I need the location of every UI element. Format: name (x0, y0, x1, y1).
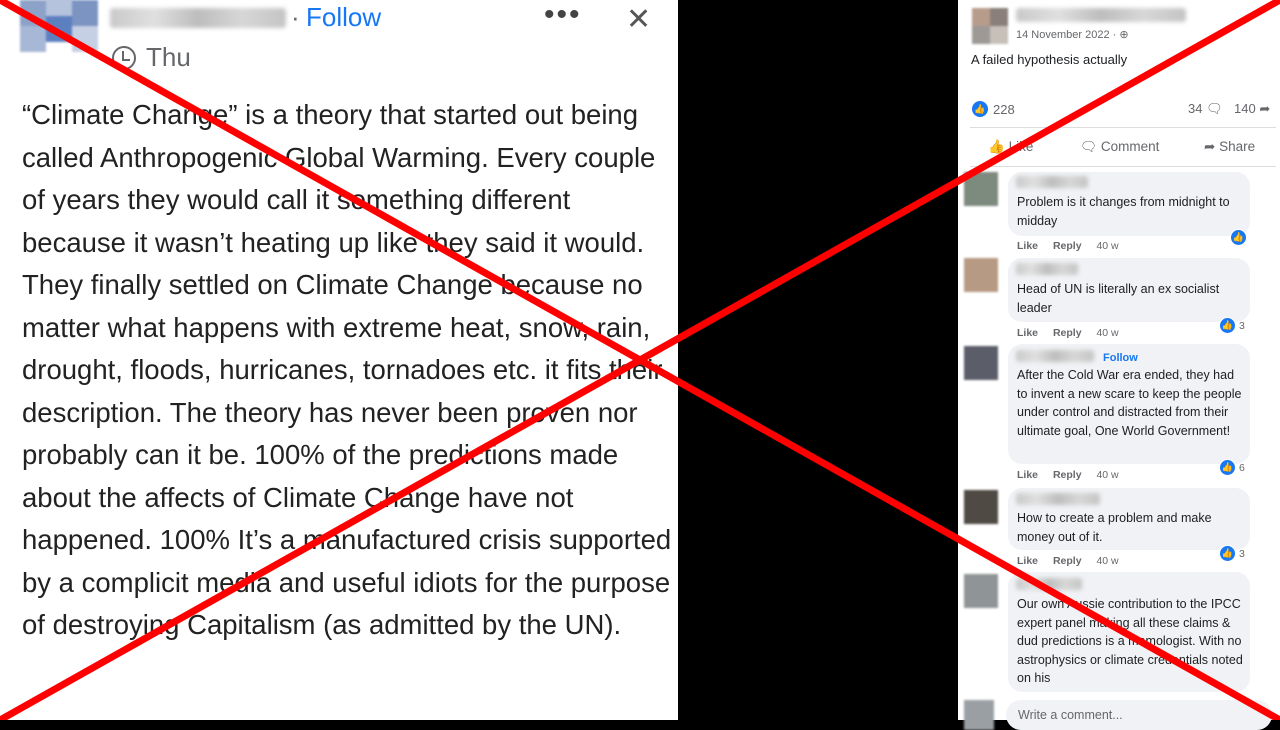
comment-text: Our own Aussie contribution to the IPCC … (1017, 597, 1243, 685)
comment-age: 40 w (1096, 555, 1119, 567)
commenter-follow-button[interactable]: Follow (1103, 352, 1138, 364)
commenter-avatar[interactable] (964, 574, 998, 608)
current-user-avatar (964, 700, 994, 730)
comment-reactions[interactable]: 👍 3 (1219, 317, 1245, 334)
thumbs-up-icon: 👍 (1219, 459, 1236, 476)
likes-count: 228 (993, 101, 1015, 117)
thumbs-up-icon: 👍 (972, 101, 988, 117)
more-options-icon[interactable]: ••• (544, 0, 582, 32)
comment-action-button[interactable]: 🗨 Comment (1080, 139, 1159, 155)
comment-actions: Like Reply 40 w (1017, 469, 1131, 481)
commenter-avatar[interactable] (964, 172, 998, 206)
commenter-avatar[interactable] (964, 346, 998, 380)
commenter-name-blurred (1016, 176, 1088, 188)
comment-bubble-icon: 🗨 (1206, 101, 1223, 116)
comments-count: 34 (1188, 101, 1203, 116)
comment-reply-link[interactable]: Reply (1053, 327, 1082, 339)
share-count[interactable]: 140 ➦ (1234, 101, 1270, 117)
poster-name-blurred (1016, 8, 1186, 22)
thumbs-up-icon: 👍 (1219, 545, 1236, 562)
reaction-count[interactable]: 👍 228 (972, 101, 1015, 117)
comment-text: How to create a problem and make money o… (1017, 511, 1212, 544)
comment-reply-link[interactable]: Reply (1053, 469, 1082, 481)
reaction-count: 6 (1239, 461, 1245, 474)
comment-icon: 🗨 (1080, 139, 1098, 154)
thumbs-up-icon: 👍 (1230, 229, 1247, 246)
divider (970, 166, 1276, 167)
comment-like-link[interactable]: Like (1017, 240, 1038, 252)
author-name-blurred (110, 8, 286, 28)
comment-text: Head of UN is literally an ex socialist … (1017, 282, 1220, 315)
commenter-avatar[interactable] (964, 490, 998, 524)
black-divider (678, 0, 958, 720)
reaction-count: 3 (1239, 319, 1245, 332)
comment-age: 40 w (1096, 327, 1119, 339)
timestamp-text: Thu (146, 42, 191, 72)
left-post-screenshot: · Follow ••• ✕ Thu “Climate Change” is a… (0, 0, 678, 720)
comment-text: After the Cold War era ended, they had t… (1017, 368, 1242, 438)
divider (970, 127, 1276, 128)
comment-reply-link[interactable]: Reply (1053, 555, 1082, 567)
comment-actions: Like Reply 40 w (1017, 327, 1131, 339)
commenter-name-blurred (1016, 578, 1082, 590)
share-action-button[interactable]: ➦ Share (1204, 139, 1255, 155)
author-avatar[interactable] (20, 0, 100, 70)
comment-age: 40 w (1096, 469, 1119, 481)
commenter-name-blurred (1016, 350, 1094, 362)
comment-like-link[interactable]: Like (1017, 469, 1038, 481)
comment-actions: Like Reply 40 w (1017, 555, 1131, 567)
share-icon: ➦ (1204, 139, 1216, 154)
commenter-avatar[interactable] (964, 258, 998, 292)
thumbs-up-outline-icon: 👍 (988, 139, 1005, 154)
separator: · (291, 2, 300, 32)
write-comment-input[interactable]: Write a comment... (1006, 700, 1272, 730)
comment-like-link[interactable]: Like (1017, 327, 1038, 339)
comment-text: Problem is it changes from midnight to m… (1017, 195, 1230, 228)
close-icon[interactable]: ✕ (626, 2, 651, 37)
comment-reply-link[interactable]: Reply (1053, 240, 1082, 252)
post-timestamp: Thu (112, 42, 191, 73)
thumbs-up-icon: 👍 (1219, 317, 1236, 334)
comment-reactions[interactable]: 👍 (1230, 229, 1247, 246)
poster-avatar[interactable] (972, 8, 1008, 44)
comment-like-link[interactable]: Like (1017, 555, 1038, 567)
comment-actions: Like Reply 40 w (1017, 240, 1131, 252)
like-action-button[interactable]: 👍 Like (988, 139, 1033, 155)
commenter-name-blurred (1016, 263, 1078, 275)
post-text: A failed hypothesis actually (971, 52, 1128, 67)
clock-icon (112, 45, 136, 70)
follow-button[interactable]: Follow (306, 2, 381, 33)
commenter-name-blurred (1016, 493, 1100, 505)
comment-age: 40 w (1096, 240, 1119, 252)
share-arrow-icon: ➦ (1259, 101, 1271, 116)
post-body-text: “Climate Change” is a theory that starte… (22, 99, 672, 640)
reaction-count: 3 (1239, 547, 1245, 560)
post-date: 14 November 2022 · ⊕ (1016, 29, 1129, 41)
comment-reactions[interactable]: 👍 3 (1219, 545, 1245, 562)
comment-reactions[interactable]: 👍 6 (1219, 459, 1245, 476)
shares-count: 140 (1234, 101, 1256, 116)
comment-count[interactable]: 34 🗨 (1188, 101, 1223, 117)
